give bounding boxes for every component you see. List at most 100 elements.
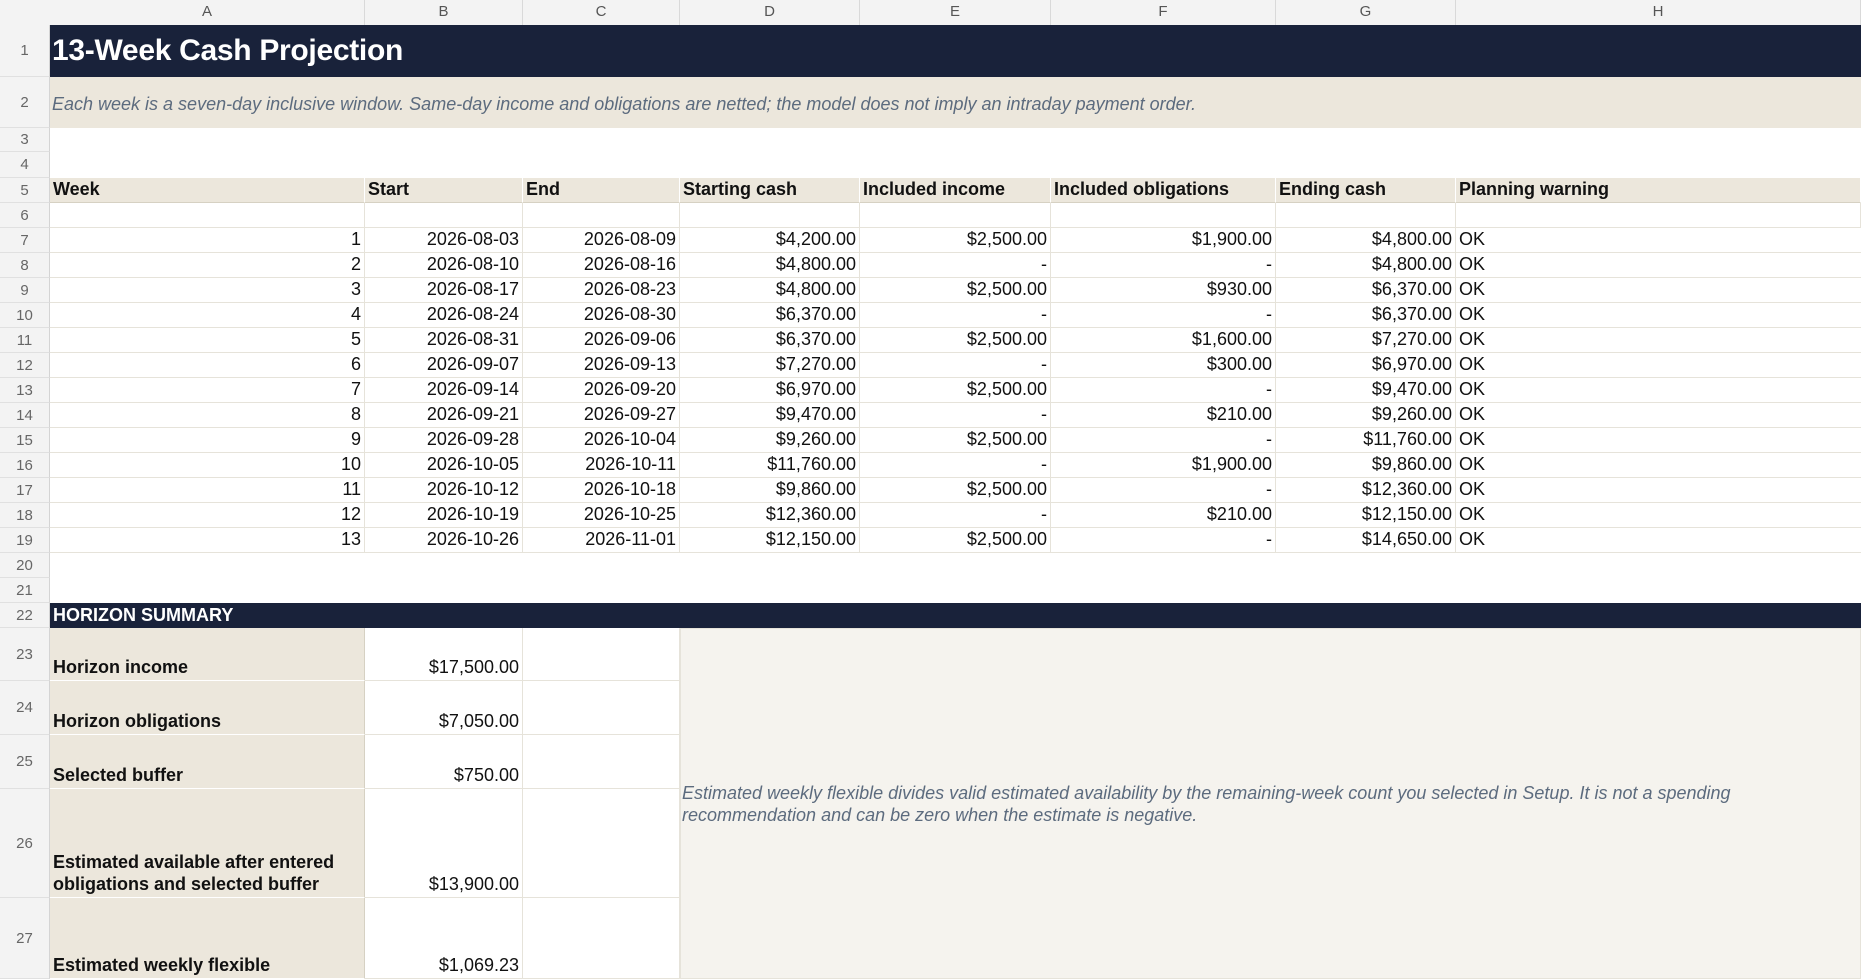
- row-header-6[interactable]: 6: [0, 203, 50, 228]
- cell-included-income[interactable]: $2,500.00: [860, 228, 1051, 253]
- cell-week[interactable]: 4: [50, 303, 365, 328]
- empty-cell[interactable]: [523, 789, 680, 898]
- cell-starting-cash[interactable]: $12,150.00: [680, 528, 860, 553]
- row-header-15[interactable]: 15: [0, 428, 50, 453]
- cell-ending-cash[interactable]: $9,470.00: [1276, 378, 1456, 403]
- row-header-4[interactable]: 4: [0, 152, 50, 178]
- cell-included-obligations[interactable]: $210.00: [1051, 403, 1276, 428]
- row-header-13[interactable]: 13: [0, 378, 50, 403]
- row-header-19[interactable]: 19: [0, 528, 50, 553]
- header-start[interactable]: Start: [365, 178, 523, 203]
- row-header-3[interactable]: 3: [0, 128, 50, 152]
- cell-end[interactable]: 2026-09-27: [523, 403, 680, 428]
- cell-start[interactable]: 2026-09-28: [365, 428, 523, 453]
- cell-included-income[interactable]: $2,500.00: [860, 478, 1051, 503]
- cell-week[interactable]: 12: [50, 503, 365, 528]
- row-header-23[interactable]: 23: [0, 628, 50, 681]
- column-header-e[interactable]: E: [860, 0, 1051, 25]
- header-end[interactable]: End: [523, 178, 680, 203]
- row-header-7[interactable]: 7: [0, 228, 50, 253]
- cell-end[interactable]: 2026-08-23: [523, 278, 680, 303]
- cell-starting-cash[interactable]: $9,260.00: [680, 428, 860, 453]
- row-header-17[interactable]: 17: [0, 478, 50, 503]
- summary-heading[interactable]: HORIZON SUMMARY: [50, 603, 236, 628]
- cell-planning-warning[interactable]: OK: [1456, 328, 1861, 353]
- summary-label[interactable]: Horizon obligations: [50, 681, 365, 735]
- empty-cell[interactable]: [860, 203, 1051, 228]
- cell-included-income[interactable]: -: [860, 403, 1051, 428]
- cell-ending-cash[interactable]: $11,760.00: [1276, 428, 1456, 453]
- cell-start[interactable]: 2026-10-19: [365, 503, 523, 528]
- cell-ending-cash[interactable]: $9,860.00: [1276, 453, 1456, 478]
- cell-included-obligations[interactable]: $1,600.00: [1051, 328, 1276, 353]
- cell-end[interactable]: 2026-10-25: [523, 503, 680, 528]
- cell-included-income[interactable]: $2,500.00: [860, 378, 1051, 403]
- column-header-g[interactable]: G: [1276, 0, 1456, 25]
- cell-start[interactable]: 2026-10-26: [365, 528, 523, 553]
- row-header-20[interactable]: 20: [0, 553, 50, 578]
- summary-value[interactable]: $13,900.00: [365, 789, 523, 898]
- cell-included-income[interactable]: $2,500.00: [860, 278, 1051, 303]
- cell-starting-cash[interactable]: $6,370.00: [680, 328, 860, 353]
- header-included-income[interactable]: Included income: [860, 178, 1051, 203]
- cell-end[interactable]: 2026-09-13: [523, 353, 680, 378]
- row-header-24[interactable]: 24: [0, 681, 50, 735]
- cell-end[interactable]: 2026-08-09: [523, 228, 680, 253]
- cell-included-income[interactable]: $2,500.00: [860, 328, 1051, 353]
- row-header-1[interactable]: 1: [0, 25, 50, 77]
- cell-start[interactable]: 2026-08-10: [365, 253, 523, 278]
- header-week[interactable]: Week: [50, 178, 365, 203]
- header-starting-cash[interactable]: Starting cash: [680, 178, 860, 203]
- cell-end[interactable]: 2026-09-20: [523, 378, 680, 403]
- cell-week[interactable]: 2: [50, 253, 365, 278]
- cell-starting-cash[interactable]: $6,370.00: [680, 303, 860, 328]
- sheet-title[interactable]: 13-Week Cash Projection: [52, 24, 403, 77]
- row-header-26[interactable]: 26: [0, 789, 50, 898]
- row-header-2[interactable]: 2: [0, 77, 50, 128]
- cell-starting-cash[interactable]: $6,970.00: [680, 378, 860, 403]
- empty-cell[interactable]: [1276, 203, 1456, 228]
- cell-end[interactable]: 2026-08-30: [523, 303, 680, 328]
- summary-value[interactable]: $1,069.23: [365, 898, 523, 979]
- empty-cell[interactable]: [680, 203, 860, 228]
- sheet-note[interactable]: Each week is a seven-day inclusive windo…: [52, 80, 1196, 128]
- cell-start[interactable]: 2026-10-05: [365, 453, 523, 478]
- row-header-8[interactable]: 8: [0, 253, 50, 278]
- row-header-11[interactable]: 11: [0, 328, 50, 353]
- cell-included-obligations[interactable]: -: [1051, 528, 1276, 553]
- cell-week[interactable]: 10: [50, 453, 365, 478]
- cell-starting-cash[interactable]: $7,270.00: [680, 353, 860, 378]
- cell-starting-cash[interactable]: $11,760.00: [680, 453, 860, 478]
- cell-ending-cash[interactable]: $12,150.00: [1276, 503, 1456, 528]
- cell-start[interactable]: 2026-08-24: [365, 303, 523, 328]
- cell-planning-warning[interactable]: OK: [1456, 228, 1861, 253]
- cell-planning-warning[interactable]: OK: [1456, 253, 1861, 278]
- cell-end[interactable]: 2026-10-04: [523, 428, 680, 453]
- cell-starting-cash[interactable]: $4,800.00: [680, 278, 860, 303]
- column-header-b[interactable]: B: [365, 0, 523, 25]
- cell-ending-cash[interactable]: $6,370.00: [1276, 303, 1456, 328]
- column-header-a[interactable]: A: [50, 0, 365, 25]
- cell-ending-cash[interactable]: $4,800.00: [1276, 253, 1456, 278]
- cell-end[interactable]: 2026-08-16: [523, 253, 680, 278]
- cell-included-obligations[interactable]: $1,900.00: [1051, 453, 1276, 478]
- summary-label[interactable]: Horizon income: [50, 628, 365, 681]
- cell-included-income[interactable]: -: [860, 503, 1051, 528]
- column-header-c[interactable]: C: [523, 0, 680, 25]
- row-header-12[interactable]: 12: [0, 353, 50, 378]
- cell-included-income[interactable]: $2,500.00: [860, 428, 1051, 453]
- empty-cell[interactable]: [50, 203, 365, 228]
- cell-included-obligations[interactable]: $300.00: [1051, 353, 1276, 378]
- cell-start[interactable]: 2026-10-12: [365, 478, 523, 503]
- cell-start[interactable]: 2026-08-31: [365, 328, 523, 353]
- cell-included-obligations[interactable]: -: [1051, 478, 1276, 503]
- empty-cell[interactable]: [523, 203, 680, 228]
- cell-planning-warning[interactable]: OK: [1456, 428, 1861, 453]
- cell-end[interactable]: 2026-10-18: [523, 478, 680, 503]
- row-header-18[interactable]: 18: [0, 503, 50, 528]
- cell-start[interactable]: 2026-08-03: [365, 228, 523, 253]
- row-header-10[interactable]: 10: [0, 303, 50, 328]
- cell-planning-warning[interactable]: OK: [1456, 278, 1861, 303]
- cell-start[interactable]: 2026-08-17: [365, 278, 523, 303]
- cell-planning-warning[interactable]: OK: [1456, 453, 1861, 478]
